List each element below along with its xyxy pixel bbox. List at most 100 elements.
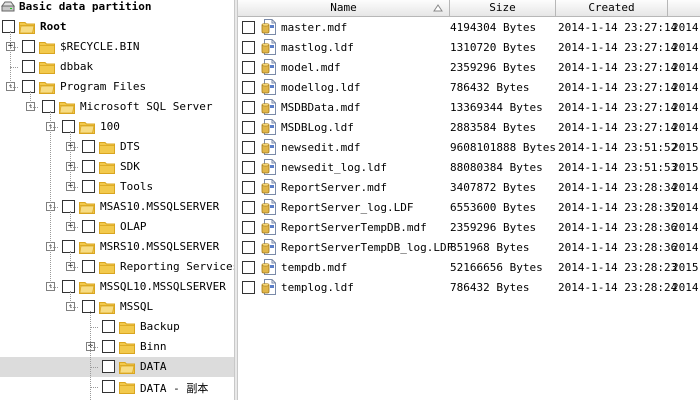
tree-connector — [30, 91, 31, 107]
file-checkbox[interactable] — [242, 221, 255, 234]
file-checkbox[interactable] — [242, 21, 255, 34]
tree-node-dbbak[interactable]: dbbak — [0, 57, 234, 77]
file-row[interactable]: MSDBData.mdf 13369344 Bytes 2014-1-14 23:2… — [238, 97, 700, 117]
file-row[interactable]: MSDBLog.ldf 2883584 Bytes 2014-1-14 23:27:… — [238, 117, 700, 137]
tree-node-checkbox[interactable] — [22, 80, 35, 93]
file-checkbox[interactable] — [242, 241, 255, 254]
tree-node-checkbox[interactable] — [82, 260, 95, 273]
column-header-created[interactable]: Created — [556, 0, 668, 16]
tree-node-mssql10-mssqlserver[interactable]: - MSSQL10.MSSQLSERVER — [0, 277, 234, 297]
tree-node-100[interactable]: -100 — [0, 117, 234, 137]
tree-node-checkbox[interactable] — [82, 160, 95, 173]
column-header-modified[interactable] — [668, 0, 700, 16]
tree-connector — [70, 147, 78, 148]
tree-node-checkbox[interactable] — [22, 40, 35, 53]
file-checkbox[interactable] — [242, 141, 255, 154]
folder-icon — [119, 380, 135, 394]
tree-node-root[interactable]: Root — [0, 17, 234, 37]
file-list[interactable]: Name Size Created master.mdf 4194304 Byte… — [238, 0, 700, 400]
tree-node-checkbox[interactable] — [62, 240, 75, 253]
tree-node-checkbox[interactable] — [62, 120, 75, 133]
file-modified: 2015- — [672, 161, 700, 174]
partition-node[interactable]: Basic data partition — [0, 0, 234, 17]
tree-node-data-copy[interactable]: DATA - 副本 — [0, 377, 234, 397]
tree-node-checkbox[interactable] — [2, 20, 15, 33]
tree-node-label: Microsoft SQL Server — [80, 100, 213, 113]
file-row[interactable]: tempdb.mdf 52166656 Bytes 2014-1-14 23:28:… — [238, 257, 700, 277]
tree-node-binn[interactable]: + Binn — [0, 337, 234, 357]
file-checkbox[interactable] — [242, 121, 255, 134]
file-checkbox[interactable] — [242, 201, 255, 214]
tree-node-label: MSSQL10.MSSQLSERVER — [100, 280, 226, 293]
file-row[interactable]: ReportServerTempDB.mdf 2359296 Bytes 2014-… — [238, 217, 700, 237]
file-checkbox[interactable] — [242, 101, 255, 114]
tree-node-data[interactable]: DATA — [0, 357, 234, 377]
file-row[interactable]: modellog.ldf 786432 Bytes 2014-1-14 23:27:… — [238, 77, 700, 97]
file-row[interactable]: newsedit.mdf 9608101888 Bytes 2014-1-14 23… — [238, 137, 700, 157]
tree-node-checkbox[interactable] — [102, 340, 115, 353]
tree-connector — [70, 167, 78, 168]
file-modified: 2014- — [672, 21, 700, 34]
tree-node-checkbox[interactable] — [62, 200, 75, 213]
tree-node-label: Program Files — [60, 80, 147, 93]
column-header-size[interactable]: Size — [450, 0, 556, 16]
folder-icon — [19, 20, 35, 34]
file-checkbox[interactable] — [242, 41, 255, 54]
file-row[interactable]: ReportServerTempDB_log.LDF 851968 Bytes 20… — [238, 237, 700, 257]
folder-icon — [119, 320, 135, 334]
folder-icon — [39, 60, 55, 74]
tree-node-checkbox[interactable] — [82, 220, 95, 233]
tree-node-checkbox[interactable] — [102, 360, 115, 373]
tree-node-checkbox[interactable] — [82, 300, 95, 313]
tree-connector — [70, 267, 78, 268]
tree-node-checkbox[interactable] — [42, 100, 55, 113]
file-row[interactable]: ReportServer.mdf 3407872 Bytes 2014-1-14 2… — [238, 177, 700, 197]
tree-connector — [10, 87, 18, 88]
file-checkbox[interactable] — [242, 261, 255, 274]
file-modified: 2014- — [672, 101, 700, 114]
tree-node-checkbox[interactable] — [102, 380, 115, 393]
file-name: templog.ldf — [281, 281, 354, 294]
file-size: 9608101888 Bytes — [450, 141, 556, 154]
folder-tree[interactable]: Basic data partition Root + $RECYCLE.BIN dbb… — [0, 0, 234, 400]
database-file-icon — [261, 119, 277, 135]
tree-connector — [70, 187, 78, 188]
file-size: 88080384 Bytes — [450, 161, 543, 174]
tree-node-msrs10-mssqlserver[interactable]: - MSRS10.MSSQLSERVER — [0, 237, 234, 257]
tree-node-checkbox[interactable] — [102, 320, 115, 333]
tree-node-checkbox[interactable] — [82, 140, 95, 153]
file-row[interactable]: newsedit_log.ldf 88080384 Bytes 2014-1-14 … — [238, 157, 700, 177]
folder-icon — [39, 80, 55, 94]
file-row[interactable]: model.mdf 2359296 Bytes 2014-1-14 23:27:14… — [238, 57, 700, 77]
tree-node-sdk[interactable]: + SDK — [0, 157, 234, 177]
file-checkbox[interactable] — [242, 181, 255, 194]
tree-node-msas10-mssqlserver[interactable]: - MSAS10.MSSQLSERVER — [0, 197, 234, 217]
file-row[interactable]: mastlog.ldf 1310720 Bytes 2014-1-14 23:27:… — [238, 37, 700, 57]
folder-icon — [99, 180, 115, 194]
tree-node-backup[interactable]: Backup — [0, 317, 234, 337]
tree-node-recycle-bin[interactable]: + $RECYCLE.BIN — [0, 37, 234, 57]
file-checkbox[interactable] — [242, 61, 255, 74]
tree-node-reporting-services[interactable]: + Reporting Services — [0, 257, 234, 277]
file-row[interactable]: ReportServer_log.LDF 6553600 Bytes 2014-1-… — [238, 197, 700, 217]
tree-node-program-files[interactable]: - Program Files — [0, 77, 234, 97]
column-header-name[interactable]: Name — [238, 0, 450, 16]
file-row[interactable]: templog.ldf 786432 Bytes 2014-1-14 23:28:2… — [238, 277, 700, 297]
tree-node-label: MSRS10.MSSQLSERVER — [100, 240, 220, 253]
tree-node-olap[interactable]: + OLAP — [0, 217, 234, 237]
tree-node-checkbox[interactable] — [22, 60, 35, 73]
file-row[interactable]: master.mdf 4194304 Bytes 2014-1-14 23:27:1… — [238, 17, 700, 37]
tree-node-checkbox[interactable] — [82, 180, 95, 193]
file-checkbox[interactable] — [242, 161, 255, 174]
tree-node-dts[interactable]: + DTS — [0, 137, 234, 157]
folder-icon — [119, 340, 135, 354]
tree-node-checkbox[interactable] — [62, 280, 75, 293]
file-checkbox[interactable] — [242, 281, 255, 294]
file-name: ReportServer_log.LDF — [281, 201, 414, 214]
file-modified: 2014- — [672, 221, 700, 234]
tree-node-tools[interactable]: + Tools — [0, 177, 234, 197]
file-modified: 2015- — [672, 261, 700, 274]
file-size: 3407872 Bytes — [450, 181, 537, 194]
tree-node-mssql[interactable]: - MSSQL — [0, 297, 234, 317]
file-checkbox[interactable] — [242, 81, 255, 94]
